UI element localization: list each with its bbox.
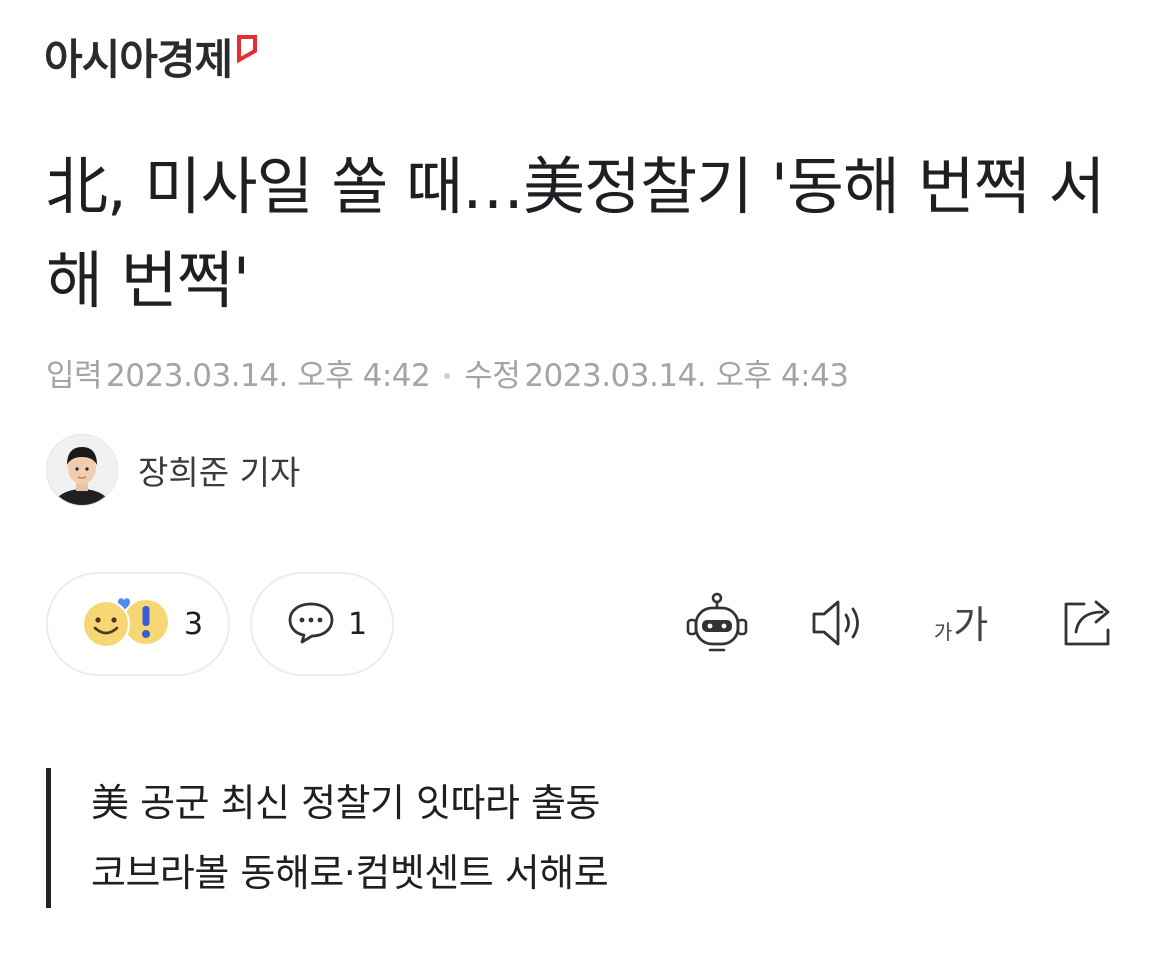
article-title: 北, 미사일 쏠 때…美정찰기 '동해 번쩍 서해 번쩍' [46, 150, 1106, 317]
published-date: 2023.03.14. 오후 4:42 [106, 358, 431, 394]
summary-line: 코브라볼 동해로·컴벳센트 서해로 [91, 851, 609, 895]
article-summary: 美 공군 최신 정찰기 잇따라 출동 코브라볼 동해로·컴벳센트 서해로 [46, 768, 609, 908]
share-icon [1056, 590, 1122, 660]
comment-bubble-icon [286, 598, 336, 650]
site-header: 아시아경제 [44, 30, 258, 90]
author-avatar[interactable] [46, 434, 118, 506]
font-size-button[interactable]: 가 가 [928, 592, 994, 658]
comment-count: 1 [348, 606, 368, 642]
share-button[interactable] [1056, 592, 1122, 658]
date-separator [444, 373, 451, 379]
author-byline[interactable]: 장희준 기자 [46, 434, 300, 506]
speaker-icon [806, 590, 872, 660]
summary-line: 美 공군 최신 정찰기 잇따라 출동 [91, 781, 600, 825]
article-dates: 입력 2023.03.14. 오후 4:42 수정 2023.03.14. 오후… [46, 352, 849, 400]
modified-date: 2023.03.14. 오후 4:43 [524, 358, 849, 394]
reaction-button[interactable]: 3 [46, 572, 230, 676]
site-logo[interactable]: 아시아경제 [44, 30, 233, 90]
listen-button[interactable] [806, 592, 872, 658]
reaction-emoji-icon [78, 594, 172, 654]
font-size-big-label: 가 [953, 603, 989, 647]
author-name[interactable]: 장희준 기자 [138, 446, 300, 494]
published-label: 입력 [46, 358, 103, 394]
comment-button[interactable]: 1 [250, 572, 394, 676]
font-size-small-label: 가 [933, 620, 953, 644]
reaction-count: 3 [184, 606, 204, 642]
modified-label: 수정 [464, 358, 521, 394]
summary-bot-button[interactable] [684, 592, 750, 658]
font-size-icon: 가 가 [934, 605, 988, 645]
robot-summary-icon [684, 590, 750, 660]
logo-mark-icon [236, 34, 258, 68]
